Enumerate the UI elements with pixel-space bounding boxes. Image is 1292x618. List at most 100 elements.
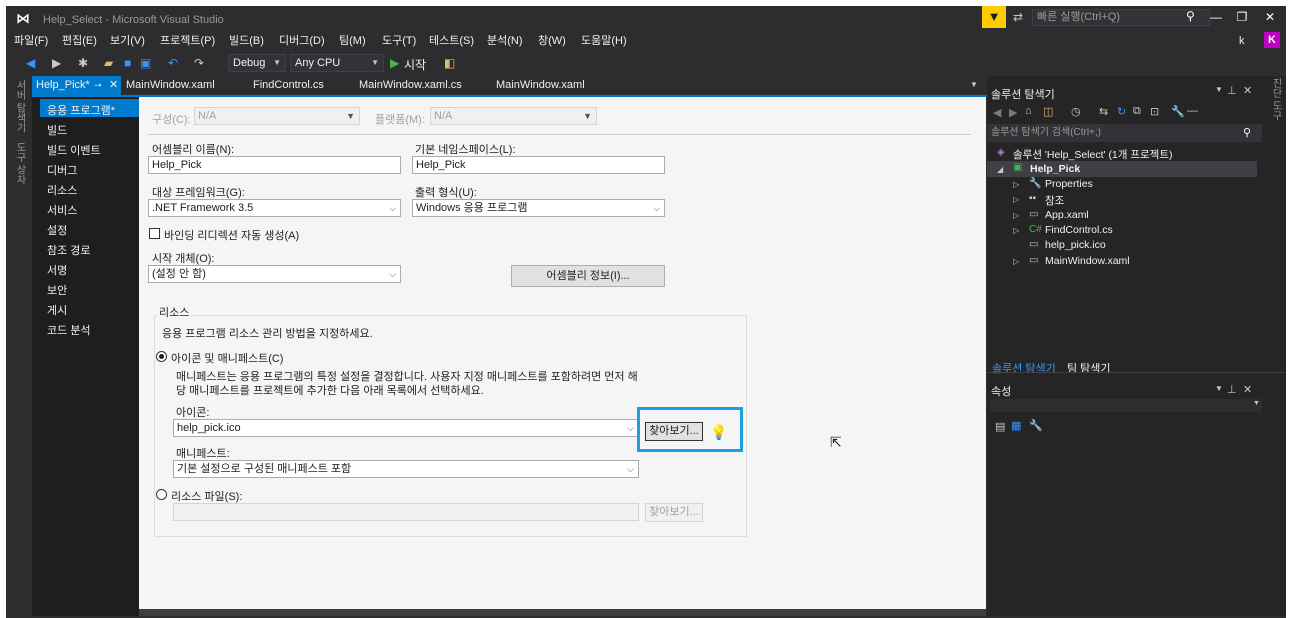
pin-icon[interactable]: ⊸ [94,76,102,95]
tree-item-properties[interactable]: Properties [1045,178,1093,190]
properties-wrench-icon[interactable]: 🔧 [1171,105,1185,118]
icon-manifest-radio[interactable] [156,351,167,362]
expand-chevron-icon[interactable]: ▷ [1013,195,1019,204]
categorized-icon[interactable]: ▤ [995,420,1005,433]
sync-icon[interactable]: ⇆ [1099,105,1108,118]
minimize-button[interactable]: — [1206,10,1226,24]
properties-object-select[interactable] [990,399,1262,412]
search-icon[interactable]: ⚲ [1186,9,1195,23]
manifest-select[interactable]: 기본 설정으로 구성된 매니페스트 포함 ⌵ [173,460,639,478]
output-type-select[interactable]: Windows 응용 프로그램 ⌵ [412,199,665,217]
open-folder-icon[interactable]: ▰ [104,56,113,70]
close-icon[interactable]: ✕ [1243,383,1252,396]
pending-changes-icon[interactable]: ◷ [1071,105,1081,118]
menu-build[interactable]: 빌드(B) [229,32,264,48]
diagnostic-tools-tab[interactable]: 진단 도구 [1268,78,1283,121]
menu-file[interactable]: 파일(F) [14,32,48,48]
nav-item-security[interactable]: 보안 [47,282,67,298]
nav-item-application[interactable]: 응용 프로그램* [47,102,115,118]
back-icon[interactable]: ◀ [26,56,35,70]
target-framework-select[interactable]: .NET Framework 3.5 ⌵ [148,199,401,217]
nav-item-debug[interactable]: 디버그 [47,162,77,178]
show-all-files-icon[interactable]: ⊡ [1150,105,1159,118]
collapse-all-icon[interactable]: ⧉ [1133,105,1141,118]
server-explorer-tab[interactable]: 서버 탐색기 [12,80,27,133]
refresh-icon[interactable]: ↻ [1117,105,1126,118]
tab-solution-explorer[interactable]: 솔루션 탐색기 [992,360,1056,376]
window-position-chevron-down-icon[interactable]: ▼ [1215,85,1223,94]
restore-button[interactable]: ❐ [1232,10,1252,24]
close-button[interactable]: ✕ [1260,10,1280,24]
back-icon[interactable]: ◀ [993,106,1001,119]
nav-item-services[interactable]: 서비스 [47,202,77,218]
menu-tools[interactable]: 도구(T) [382,32,416,48]
search-icon[interactable]: ⚲ [1243,126,1251,139]
tab-team-explorer[interactable]: 팀 탐색기 [1067,360,1111,376]
assembly-name-input[interactable]: Help_Pick [148,156,401,174]
nav-item-reference-paths[interactable]: 참조 경로 [47,242,91,258]
auto-binding-redirect-checkbox[interactable] [149,228,160,239]
toolbox-tab[interactable]: 도구 상자 [12,142,27,185]
start-icon[interactable]: ▶ [390,56,399,70]
start-button[interactable]: 시작 [404,56,426,73]
menu-debug[interactable]: 디버그(D) [279,32,325,48]
menu-analyze[interactable]: 분석(N) [487,32,523,48]
expand-chevron-icon[interactable]: ▷ [1013,180,1019,189]
solution-configuration-select[interactable]: Debug ▼ [228,54,286,72]
tab-mainwindow-xaml-2[interactable]: MainWindow.xaml [496,76,585,95]
chevron-down-icon[interactable]: ▼ [1253,400,1260,407]
nav-item-settings[interactable]: 설정 [47,222,67,238]
nav-item-resources[interactable]: 리소스 [47,182,77,198]
nav-item-build-events[interactable]: 빌드 이벤트 [47,142,101,158]
expand-chevron-icon[interactable]: ▷ [1013,211,1019,220]
tree-item-app-xaml[interactable]: App.xaml [1045,209,1089,221]
tree-item-references[interactable]: 참조 [1045,193,1064,208]
menu-view[interactable]: 보기(V) [110,32,145,48]
alphabetical-icon[interactable]: ▦ [1011,419,1021,432]
new-project-icon[interactable]: ✱ [78,56,88,70]
close-icon[interactable]: ✕ [109,76,118,95]
expand-chevron-icon[interactable]: ▷ [1013,226,1019,235]
resource-file-radio[interactable] [156,489,167,500]
menu-window[interactable]: 창(W) [538,32,566,48]
menu-project[interactable]: 프로젝트(P) [160,32,215,48]
pin-icon[interactable]: ⊥ [1227,383,1237,396]
redo-icon[interactable]: ↷ [194,56,204,70]
notification-filter-icon[interactable]: ▼ [982,6,1006,28]
forward-icon[interactable]: ▶ [52,56,61,70]
solution-platform-select[interactable]: Any CPU ▼ [290,54,384,72]
expand-chevron-icon[interactable]: ▷ [1013,257,1019,266]
menu-help[interactable]: 도움말(H) [581,32,627,48]
switch-views-icon[interactable]: ◫ [1043,105,1053,118]
menu-test[interactable]: 테스트(S) [429,32,474,48]
project-node[interactable]: Help_Pick [1030,163,1080,175]
lightbulb-icon[interactable]: 💡 [710,424,727,441]
feedback-icon[interactable]: ⇄ [1013,10,1023,24]
icon-select[interactable]: help_pick.ico ⌵ [173,419,639,437]
nav-item-publish[interactable]: 게시 [47,302,67,318]
default-namespace-input[interactable]: Help_Pick [412,156,665,174]
menu-edit[interactable]: 편집(E) [62,32,97,48]
undo-icon[interactable]: ↶ [168,56,178,70]
tab-findcontrol-cs[interactable]: FindControl.cs [253,76,324,95]
quick-launch-input[interactable]: 빠른 실행(Ctrl+Q) [1032,9,1210,26]
tree-item-mainwindow-xaml[interactable]: MainWindow.xaml [1045,255,1130,267]
nav-item-code-analysis[interactable]: 코드 분석 [47,322,91,338]
browser-link-icon[interactable]: ◧ [444,56,455,70]
expand-chevron-icon[interactable]: ◢ [997,165,1003,174]
properties-wrench-icon[interactable]: 🔧 [1029,419,1043,432]
nav-item-signing[interactable]: 서명 [47,262,67,278]
tree-item-help-pick-ico[interactable]: help_pick.ico [1045,239,1106,251]
tab-overflow-chevron-down-icon[interactable]: ▼ [970,80,978,89]
tab-mainwindow-xaml[interactable]: MainWindow.xaml [126,76,215,95]
preview-icon[interactable]: — [1187,105,1198,117]
save-icon[interactable]: ■ [124,56,131,70]
forward-icon[interactable]: ▶ [1009,106,1017,119]
pin-icon[interactable]: ⊥ [1227,84,1237,97]
window-position-chevron-down-icon[interactable]: ▼ [1215,384,1223,393]
user-name[interactable]: k [1239,35,1245,47]
tab-mainwindow-xaml-cs[interactable]: MainWindow.xaml.cs [359,76,462,95]
tree-item-findcontrol-cs[interactable]: FindControl.cs [1045,224,1113,236]
home-icon[interactable]: ⌂ [1025,105,1032,117]
menu-team[interactable]: 팀(M) [339,32,366,48]
